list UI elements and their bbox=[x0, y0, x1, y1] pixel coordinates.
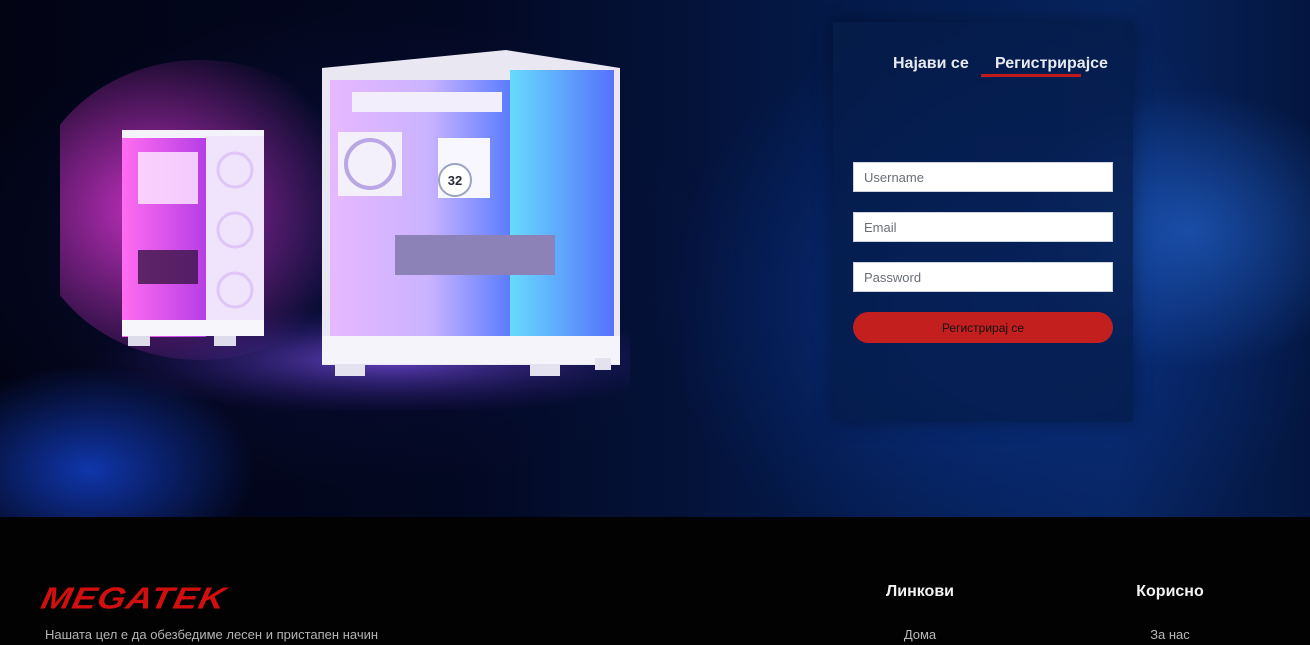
active-tab-indicator bbox=[981, 74, 1081, 77]
small-pc-case bbox=[122, 130, 264, 346]
footer-links-column: Линкови Дома bbox=[850, 583, 990, 642]
tab-register[interactable]: Регистрирајсе bbox=[995, 55, 1108, 73]
footer-useful-heading: Корисно bbox=[1136, 583, 1204, 600]
footer-useful-column: Корисно За нас bbox=[1100, 583, 1240, 642]
tab-login[interactable]: Најави се bbox=[893, 55, 969, 73]
password-input[interactable] bbox=[853, 262, 1113, 292]
hero-section: 32 Најави се Регистрирајсе Регистрирај с… bbox=[0, 0, 1310, 517]
register-button[interactable]: Регистрирај се bbox=[853, 312, 1113, 343]
email-input[interactable] bbox=[853, 212, 1113, 242]
brand-logo[interactable]: MEGATEK bbox=[38, 580, 230, 615]
large-pc-case: 32 bbox=[322, 50, 620, 376]
auth-panel: Најави се Регистрирајсе Регистрирај се bbox=[833, 22, 1133, 422]
footer: MEGATEK Нашата цел е да обезбедиме лесен… bbox=[0, 517, 1310, 645]
footer-link-home[interactable]: Дома bbox=[850, 627, 990, 642]
mission-text: Нашата цел е да обезбедиме лесен и прист… bbox=[45, 627, 379, 642]
footer-links-heading: Линкови bbox=[886, 583, 954, 600]
cooler-display-value: 32 bbox=[448, 173, 462, 188]
pc-cases-image: 32 bbox=[60, 40, 630, 410]
username-input[interactable] bbox=[853, 162, 1113, 192]
footer-link-about[interactable]: За нас bbox=[1100, 627, 1240, 642]
